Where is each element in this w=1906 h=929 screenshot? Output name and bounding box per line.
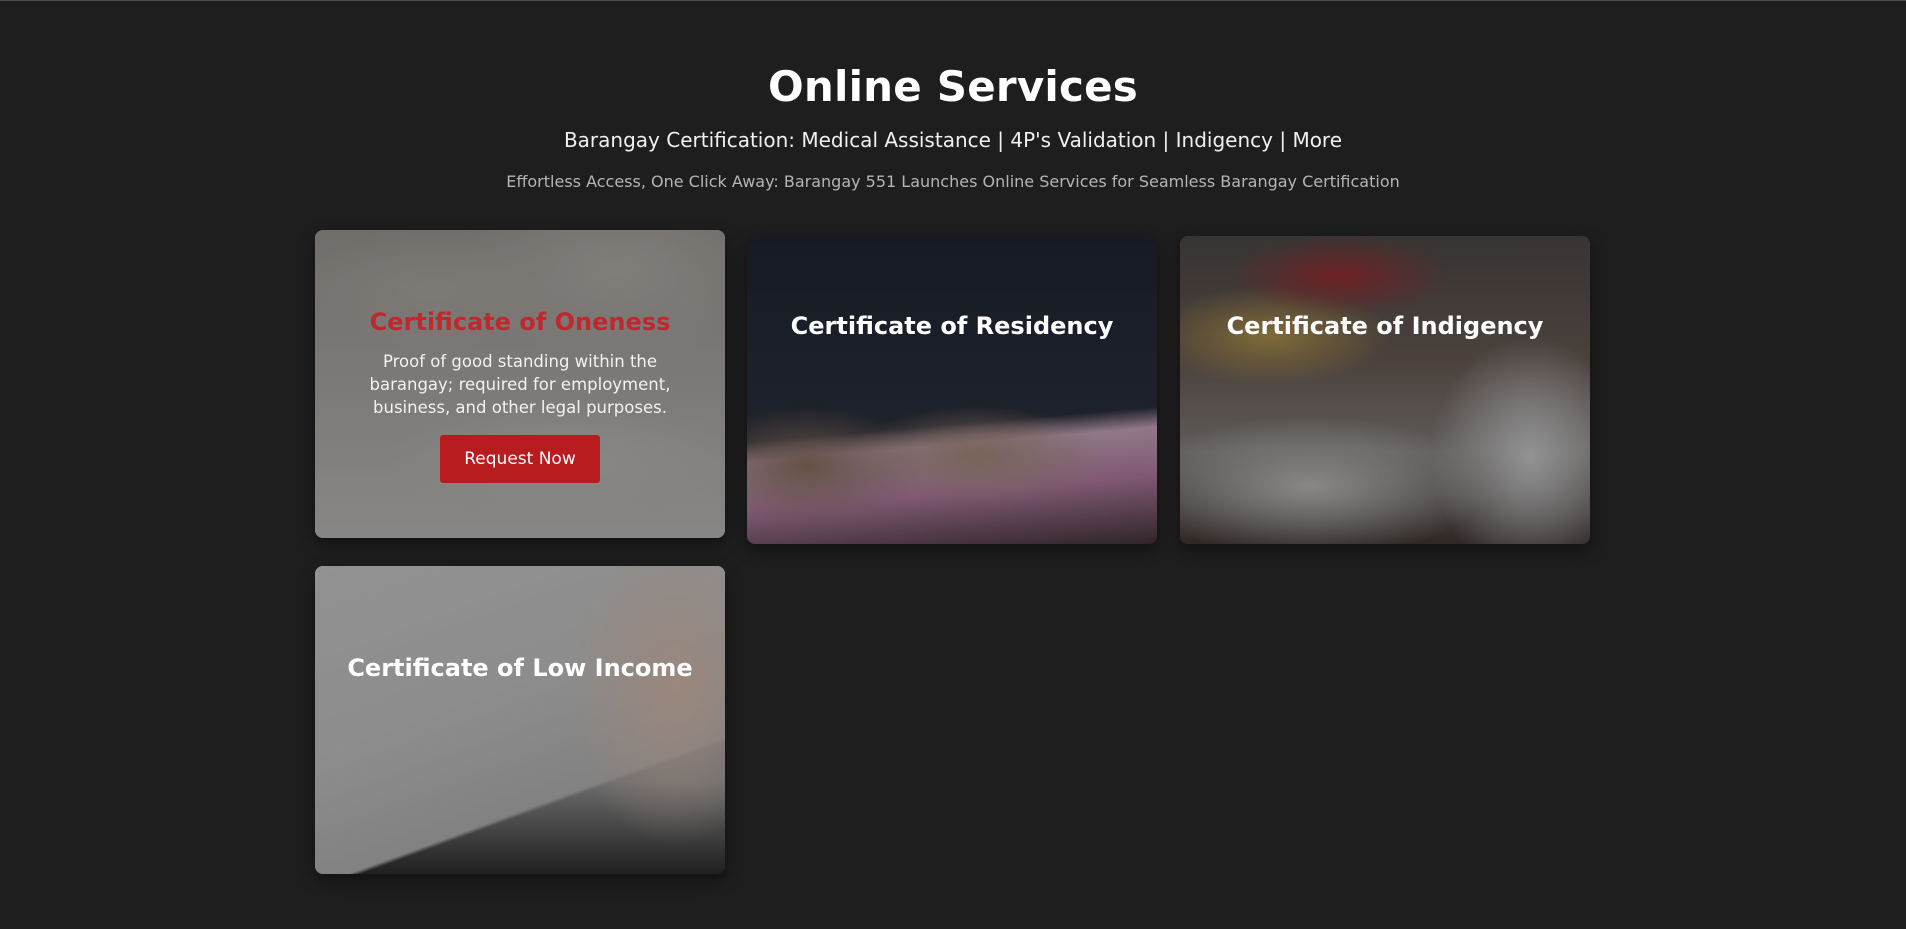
card-title: Certificate of Indigency: [1226, 312, 1544, 340]
service-card-oneness[interactable]: Certificate of Oneness Proof of good sta…: [315, 230, 725, 538]
service-card-residency[interactable]: Certificate of Residency: [747, 236, 1157, 544]
card-title: Certificate of Residency: [790, 312, 1114, 340]
card-description: Proof of good standing within the barang…: [369, 352, 671, 417]
service-card-indigency[interactable]: Certificate of Indigency: [1180, 236, 1590, 544]
card-overlay: [315, 566, 725, 874]
card-overlay: [747, 236, 1157, 544]
top-divider: [0, 0, 1906, 1]
service-card-low-income[interactable]: Certificate of Low Income: [315, 566, 725, 874]
card-title: Certificate of Low Income: [347, 654, 693, 682]
card-title: Certificate of Oneness: [369, 308, 671, 336]
request-now-button[interactable]: Request Now: [440, 435, 600, 483]
card-overlay: [1180, 236, 1590, 544]
page-tagline: Effortless Access, One Click Away: Baran…: [506, 172, 1400, 191]
page-subtitle: Barangay Certification: Medical Assistan…: [563, 128, 1343, 152]
page-title: Online Services: [767, 62, 1138, 111]
